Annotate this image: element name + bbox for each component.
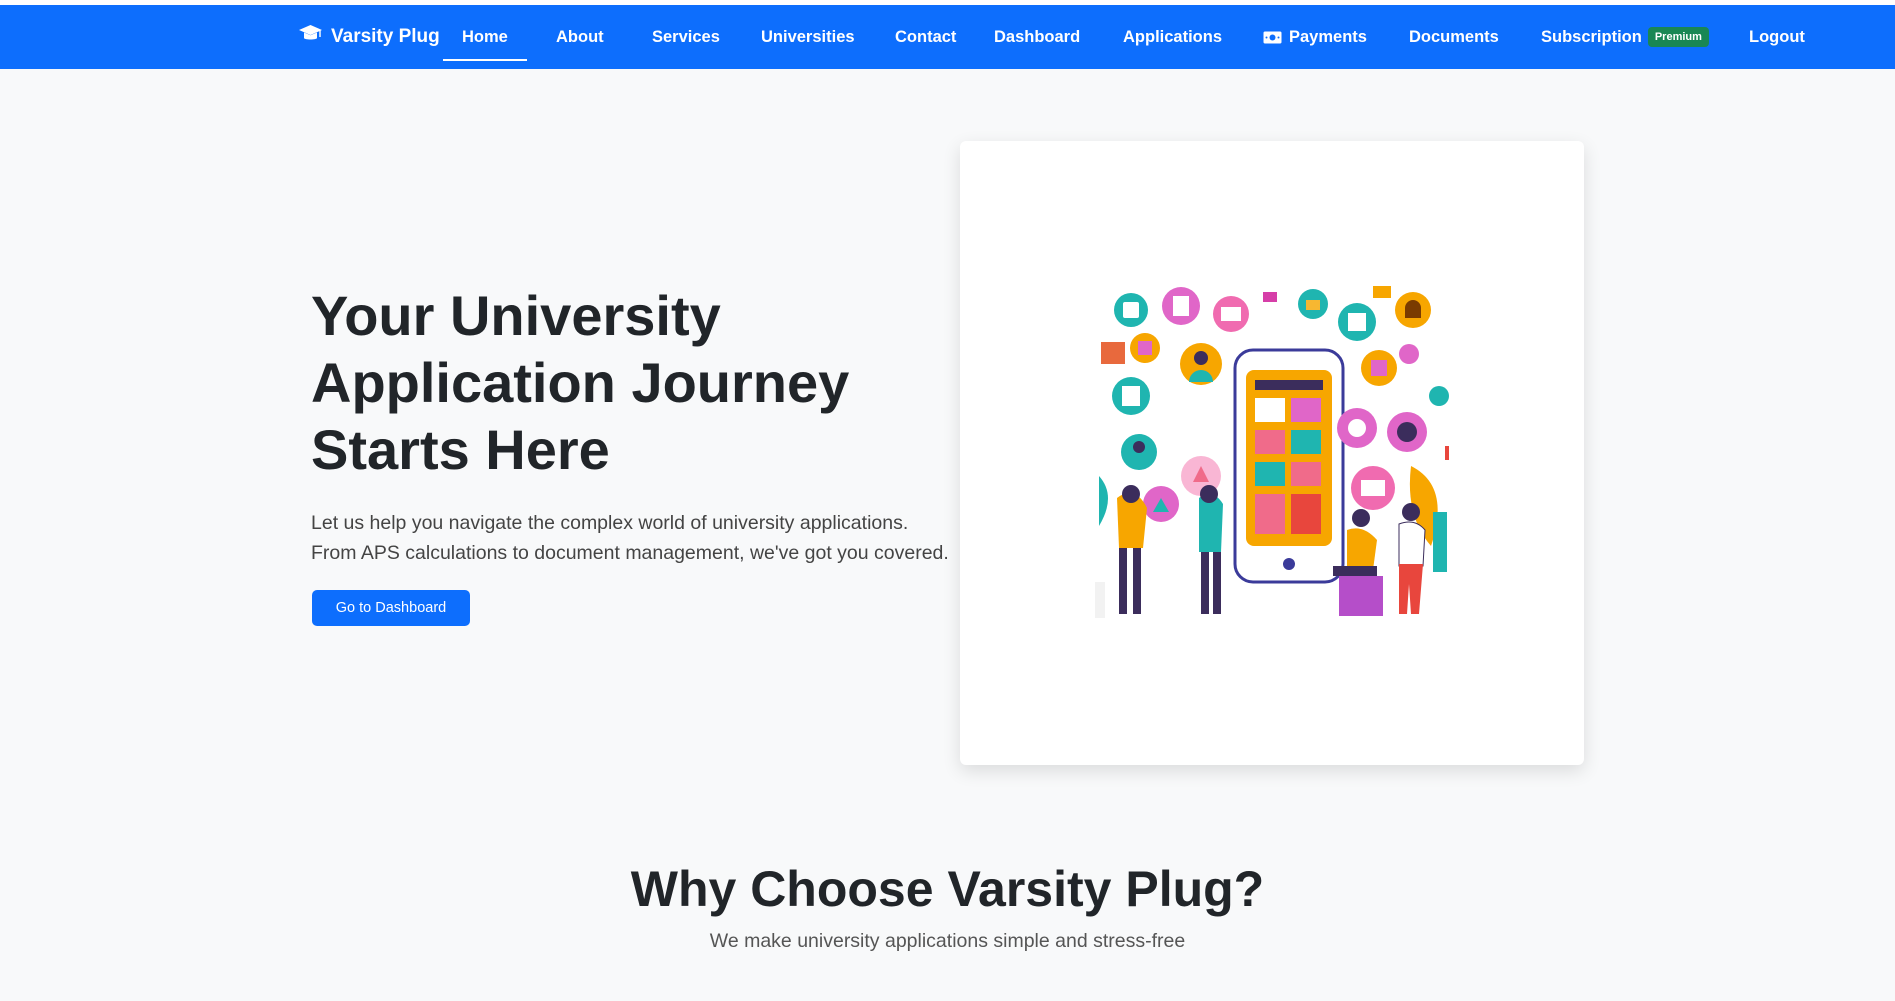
hero-illustration-card <box>960 141 1584 765</box>
nav-applications[interactable]: Applications <box>1123 5 1222 69</box>
nav-about[interactable]: About <box>556 5 604 69</box>
nav-contact-label: Contact <box>895 27 957 46</box>
brand-name: Varsity Plug <box>331 26 440 47</box>
nav-payments-label: Payments <box>1289 27 1367 46</box>
nav-home-label: Home <box>462 27 508 46</box>
nav-applications-label: Applications <box>1123 27 1223 46</box>
hero-description: Let us help you navigate the complex wor… <box>311 508 951 568</box>
navbar: Varsity Plug Home About Services Univers… <box>0 5 1895 69</box>
why-choose-subtitle: We make university applications simple a… <box>709 930 1186 952</box>
nav-universities-label: Universities <box>761 27 855 46</box>
nav-dashboard-label: Dashboard <box>994 27 1081 46</box>
nav-services[interactable]: Services <box>652 5 720 69</box>
premium-badge: Premium <box>1647 27 1709 47</box>
nav-dashboard[interactable]: Dashboard <box>994 5 1080 69</box>
why-choose-title: Why Choose Varsity Plug? <box>630 861 1265 917</box>
nav-documents[interactable]: Documents <box>1409 5 1499 69</box>
brand-link[interactable]: Varsity Plug <box>298 5 440 69</box>
hero-title: Your University Application Journey Star… <box>311 284 850 481</box>
graduation-cap-icon <box>298 24 323 50</box>
nav-home[interactable]: Home <box>443 5 527 69</box>
nav-logout[interactable]: Logout <box>1749 5 1805 69</box>
nav-payments[interactable]: Payments <box>1263 5 1367 69</box>
go-to-dashboard-button[interactable]: Go to Dashboard <box>312 590 470 626</box>
nav-about-label: About <box>556 27 604 46</box>
nav-subscription[interactable]: Subscription Premium <box>1541 5 1709 69</box>
nav-subscription-label: Subscription <box>1541 27 1642 46</box>
hero-description-line-2: From APS calculations to document manage… <box>311 542 949 564</box>
nav-logout-label: Logout <box>1749 27 1805 46</box>
nav-documents-label: Documents <box>1409 27 1499 46</box>
nav-contact[interactable]: Contact <box>895 5 956 69</box>
nav-services-label: Services <box>652 27 720 46</box>
money-icon <box>1263 31 1282 44</box>
nav-universities[interactable]: Universities <box>761 5 855 69</box>
hero-description-line-1: Let us help you navigate the complex wor… <box>311 512 909 534</box>
students-phone-illustration <box>1095 286 1449 618</box>
